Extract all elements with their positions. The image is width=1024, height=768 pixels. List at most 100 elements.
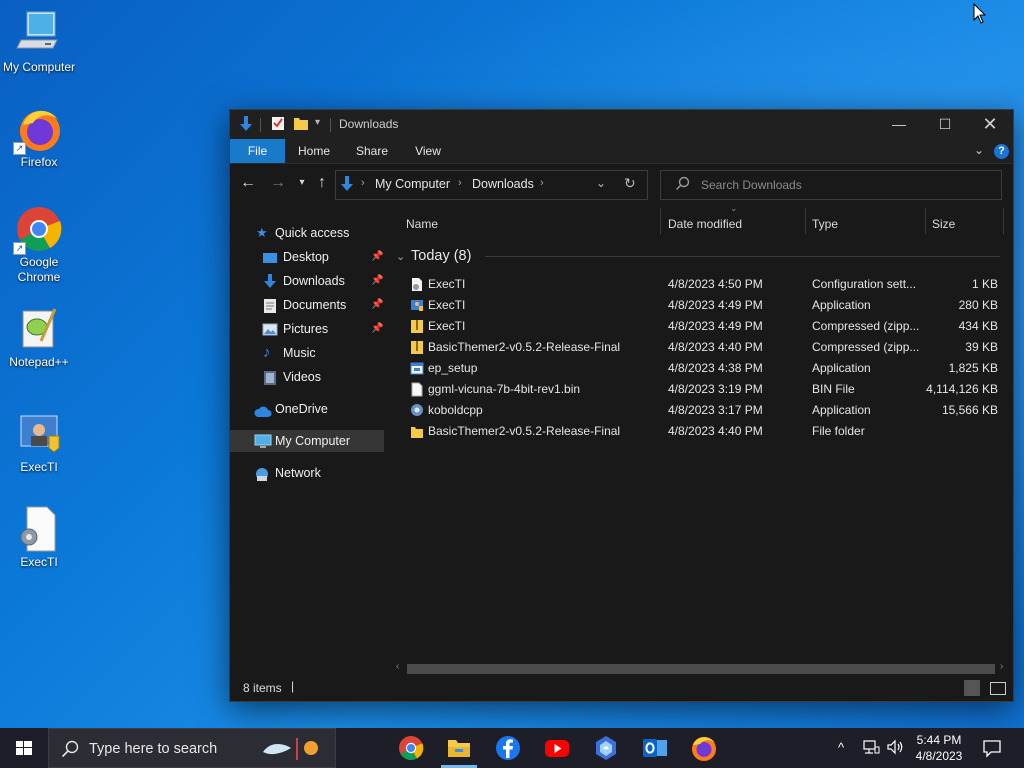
forward-button[interactable]: →: [267, 172, 289, 194]
taskbar: Type here to search ^ 5:44 PM 4/8/2023: [0, 728, 1024, 768]
file-row[interactable]: koboldcpp 4/8/2023 3:17 PM Application 1…: [387, 400, 1013, 421]
breadcrumb-my-computer[interactable]: My Computer: [375, 177, 450, 191]
up-button[interactable]: ↑: [311, 172, 333, 194]
column-header-type[interactable]: Type: [812, 217, 838, 231]
file-explorer-window: ▾ Downloads — ☐ ✕ File Home Share View ⌄…: [229, 109, 1014, 702]
nav-item-quick-access[interactable]: ★ Quick access: [230, 222, 386, 244]
large-icons-view-icon[interactable]: [990, 682, 1006, 695]
show-hidden-icons-chevron[interactable]: ^: [838, 740, 844, 768]
sort-indicator-icon: ⌄: [730, 203, 738, 213]
title-bar[interactable]: ▾ Downloads — ☐ ✕: [230, 110, 1013, 139]
minimize-button[interactable]: —: [876, 110, 922, 139]
file-date: 4/8/2023 4:40 PM: [668, 340, 763, 354]
back-button[interactable]: ←: [237, 172, 259, 194]
new-folder-icon[interactable]: [293, 115, 309, 133]
taskbar-search-box[interactable]: Type here to search: [48, 728, 336, 768]
column-header-name[interactable]: Name: [406, 217, 438, 231]
file-type: Compressed (zipp...: [812, 340, 920, 354]
file-row[interactable]: BasicThemer2-v0.5.2-Release-Final 4/8/20…: [387, 337, 1013, 358]
taskbar-search-input[interactable]: Type here to search: [89, 741, 217, 757]
breadcrumb-downloads[interactable]: Downloads: [472, 177, 534, 191]
column-header-date-modified[interactable]: Date modified: [668, 217, 742, 231]
tab-share[interactable]: Share: [346, 139, 398, 163]
copilot-icon[interactable]: [592, 734, 620, 762]
search-box[interactable]: Search Downloads: [660, 170, 1002, 200]
column-header-size[interactable]: Size: [932, 217, 955, 231]
scroll-left-arrow-icon[interactable]: ‹: [396, 661, 399, 672]
pin-icon: 📌: [371, 251, 384, 262]
nav-item-downloads[interactable]: Downloads 📌: [230, 270, 386, 292]
navigation-pane: ★ Quick access Desktop 📌 Downloads 📌 Doc…: [230, 204, 386, 670]
scroll-right-arrow-icon[interactable]: ›: [1000, 661, 1003, 672]
volume-icon[interactable]: [886, 738, 904, 768]
horizontal-scrollbar[interactable]: ‹ ›: [395, 661, 1009, 676]
file-row[interactable]: ExecTI 4/8/2023 4:49 PM Compressed (zipp…: [387, 316, 1013, 337]
group-collapse-chevron-icon[interactable]: ⌄: [396, 250, 405, 263]
column-separator[interactable]: [1003, 208, 1004, 234]
nav-label: Desktop: [283, 250, 329, 264]
help-icon[interactable]: ?: [994, 144, 1009, 159]
desktop-icon-execti-app[interactable]: ExecTI: [1, 410, 77, 475]
nav-item-desktop[interactable]: Desktop 📌: [230, 246, 386, 268]
search-input[interactable]: Search Downloads: [701, 178, 802, 192]
file-row[interactable]: ExecTI 4/8/2023 4:50 PM Configuration se…: [387, 274, 1013, 295]
file-row[interactable]: ep_setup 4/8/2023 4:38 PM Application 1,…: [387, 358, 1013, 379]
details-view-icon[interactable]: [964, 680, 980, 696]
customize-toolbar-chevron-icon[interactable]: ▾: [315, 117, 320, 135]
nav-label: Quick access: [275, 226, 350, 240]
close-button[interactable]: ✕: [967, 110, 1013, 139]
column-separator[interactable]: [925, 208, 926, 234]
network-status-icon[interactable]: [862, 738, 880, 768]
scrollbar-thumb[interactable]: [407, 664, 995, 674]
properties-icon[interactable]: [271, 115, 285, 133]
chrome-icon[interactable]: [397, 734, 425, 762]
file-date: 4/8/2023 3:17 PM: [668, 403, 763, 417]
file-row[interactable]: ggml-vicuna-7b-4bit-rev1.bin 4/8/2023 3:…: [387, 379, 1013, 400]
download-arrow-icon: [238, 115, 254, 133]
start-button[interactable]: [0, 728, 48, 768]
youtube-icon[interactable]: [543, 734, 571, 762]
address-bar[interactable]: › My Computer › Downloads › ⌄ ↻: [335, 170, 648, 200]
nav-item-network[interactable]: Network: [230, 462, 386, 484]
documents-icon: [263, 298, 277, 313]
taskbar-clock[interactable]: 5:44 PM 4/8/2023: [908, 732, 970, 764]
nav-item-my-computer[interactable]: My Computer: [230, 430, 384, 452]
group-header-today[interactable]: Today (8): [411, 248, 471, 264]
file-explorer-icon[interactable]: [441, 734, 477, 768]
search-highlight-icon: [261, 734, 325, 768]
desktop-icon-my-computer[interactable]: My Computer: [1, 10, 77, 75]
file-date: 4/8/2023 4:49 PM: [668, 298, 763, 312]
nav-item-onedrive[interactable]: OneDrive: [230, 398, 386, 420]
file-row[interactable]: BasicThemer2-v0.5.2-Release-Final 4/8/20…: [387, 421, 1013, 442]
outlook-icon[interactable]: [641, 734, 669, 762]
file-size: 434 KB: [958, 319, 998, 333]
nav-item-music[interactable]: ♪ Music: [230, 342, 386, 364]
expand-ribbon-chevron-icon[interactable]: ⌄: [974, 143, 984, 157]
desktop-icon-google-chrome[interactable]: ↗ Google Chrome: [1, 205, 77, 285]
refresh-icon[interactable]: ↻: [624, 175, 636, 192]
tab-view[interactable]: View: [404, 139, 452, 163]
tab-home[interactable]: Home: [288, 139, 340, 163]
facebook-icon[interactable]: [494, 734, 522, 762]
maximize-button[interactable]: ☐: [922, 110, 968, 139]
nav-item-pictures[interactable]: Pictures 📌: [230, 318, 386, 340]
address-history-chevron-icon[interactable]: ⌄: [596, 176, 606, 190]
desktop-icon-notepad-plus-plus[interactable]: Notepad++: [1, 305, 77, 370]
file-name: ExecTI: [428, 319, 466, 333]
file-row[interactable]: ExecTI 4/8/2023 4:49 PM Application 280 …: [387, 295, 1013, 316]
recent-locations-chevron-icon[interactable]: ▾: [291, 172, 313, 194]
nav-item-videos[interactable]: Videos: [230, 366, 386, 388]
nav-item-documents[interactable]: Documents 📌: [230, 294, 386, 316]
desktop-icon-execti-config[interactable]: ExecTI: [1, 505, 77, 570]
column-separator[interactable]: [805, 208, 806, 234]
desktop-icon-firefox[interactable]: ↗ Firefox: [1, 105, 77, 170]
file-date: 4/8/2023 4:40 PM: [668, 424, 763, 438]
file-size: 1,825 KB: [948, 361, 998, 375]
firefox-icon[interactable]: [690, 734, 718, 762]
tab-file[interactable]: File: [230, 139, 285, 163]
notification-center-icon[interactable]: [982, 738, 1002, 768]
column-separator[interactable]: [660, 208, 661, 234]
file-size: 280 KB: [958, 298, 998, 312]
ribbon-tabs: File Home Share View ⌄ ?: [230, 139, 1013, 163]
desktop-icon-label: Notepad++: [9, 355, 69, 369]
